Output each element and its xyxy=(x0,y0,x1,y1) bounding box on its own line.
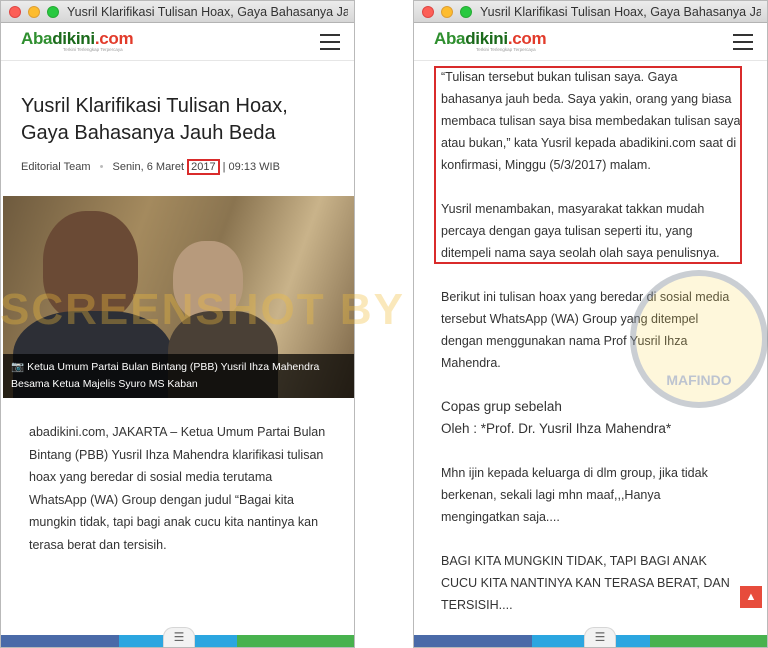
close-window-button[interactable] xyxy=(9,6,21,18)
scroll-to-top-button[interactable]: ▲ xyxy=(740,586,762,608)
logo-tagline: Terkini Terlengkap Terpercaya xyxy=(476,47,536,52)
facebook-share-button[interactable] xyxy=(1,635,119,647)
share-toggle-icon[interactable]: ☰ xyxy=(163,627,195,647)
article-lead: abadikini.com, JAKARTA – Ketua Umum Part… xyxy=(29,425,326,552)
article-meta: Editorial Team • Senin, 6 Maret 2017 | 0… xyxy=(21,159,280,175)
paragraph: Berikut ini tulisan hoax yang beredar di… xyxy=(441,290,730,370)
menu-icon[interactable] xyxy=(320,34,340,50)
quote-paragraph: “Tulisan tersebut bukan tulisan saya. Ga… xyxy=(441,70,741,172)
article-body-right: “Tulisan tersebut bukan tulisan saya. Ga… xyxy=(441,66,741,638)
menu-icon[interactable] xyxy=(733,34,753,50)
site-header: Abadikini.com Terkini Terlengkap Terperc… xyxy=(414,23,767,61)
browser-window-left: Yusril Klarifikasi Tulisan Hoax, Gaya Ba… xyxy=(0,0,355,648)
zoom-window-button[interactable] xyxy=(47,6,59,18)
site-header: Abadikini.com Terkini Terlengkap Terperc… xyxy=(1,23,354,61)
article-title: Yusril Klarifikasi Tulisan Hoax, Gaya Ba… xyxy=(21,95,288,144)
camera-icon: 📷 xyxy=(11,361,25,373)
article-date: Senin, 6 Maret xyxy=(112,161,185,173)
site-logo[interactable]: Abadikini.com Terkini Terlengkap Terperc… xyxy=(434,29,547,57)
window-title: Yusril Klarifikasi Tulisan Hoax, Gaya Ba… xyxy=(480,5,761,19)
whatsapp-share-button[interactable] xyxy=(237,635,354,647)
highlighted-year: 2017 xyxy=(187,159,220,175)
window-titlebar: Yusril Klarifikasi Tulisan Hoax, Gaya Ba… xyxy=(1,1,354,23)
close-window-button[interactable] xyxy=(422,6,434,18)
window-title: Yusril Klarifikasi Tulisan Hoax, Gaya Ba… xyxy=(67,5,348,19)
paragraph: Yusril menambakan, masyarakat takkan mud… xyxy=(441,202,720,260)
article-time: | 09:13 WIB xyxy=(222,161,280,173)
site-logo[interactable]: Abadikini.com Terkini Terlengkap Terperc… xyxy=(21,29,134,57)
author-link[interactable]: Editorial Team xyxy=(21,161,91,173)
minimize-window-button[interactable] xyxy=(28,6,40,18)
zoom-window-button[interactable] xyxy=(460,6,472,18)
photo-caption: 📷 Ketua Umum Partai Bulan Bintang (PBB) Y… xyxy=(3,354,354,398)
logo-tagline: Terkini Terlengkap Terpercaya xyxy=(63,47,123,52)
article-photo: 📷 Ketua Umum Partai Bulan Bintang (PBB) Y… xyxy=(3,196,354,398)
paragraph: BAGI KITA MUNGKIN TIDAK, TAPI BAGI ANAK … xyxy=(441,554,730,612)
window-titlebar: Yusril Klarifikasi Tulisan Hoax, Gaya Ba… xyxy=(414,1,767,23)
minimize-window-button[interactable] xyxy=(441,6,453,18)
paragraph: Copas grup sebelah Oleh : *Prof. Dr. Yus… xyxy=(441,399,672,436)
paragraph: Mhn ijin kepada keluarga di dlm group, j… xyxy=(441,466,708,524)
